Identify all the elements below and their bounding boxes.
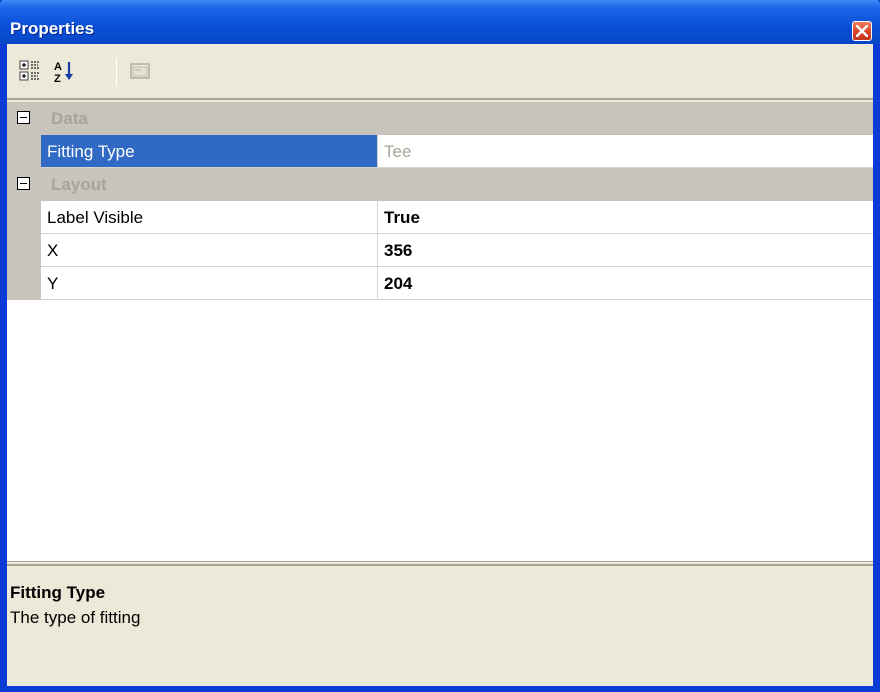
close-icon [856, 25, 868, 37]
description-text: The type of fitting [10, 608, 141, 627]
property-name[interactable]: Fitting Type [41, 135, 377, 168]
row-gutter [7, 201, 41, 234]
properties-window: Properties A Z Data Fitting Type Tee Lay… [0, 0, 880, 692]
property-value[interactable]: 356 [378, 234, 873, 267]
category-row-layout[interactable]: Layout [7, 168, 873, 201]
close-button[interactable] [852, 21, 872, 41]
title-bar[interactable]: Properties [0, 0, 880, 44]
svg-text:Z: Z [54, 73, 61, 84]
property-value[interactable]: 204 [378, 267, 873, 300]
property-name[interactable]: Y [41, 267, 377, 300]
collapse-icon[interactable] [17, 177, 30, 190]
property-pages-button[interactable] [127, 58, 153, 84]
categorized-view-button[interactable] [17, 58, 43, 84]
property-value[interactable]: Tee [378, 135, 873, 168]
property-row-y[interactable]: Y 204 [7, 267, 873, 300]
toolbar: A Z [7, 44, 873, 100]
window-title: Properties [10, 19, 95, 38]
category-label: Layout [51, 175, 107, 194]
property-grid: Data Fitting Type Tee Layout Label Visib… [7, 102, 873, 562]
property-name[interactable]: X [41, 234, 377, 267]
row-gutter [7, 267, 41, 300]
description-pane: Fitting Type The type of fitting [7, 564, 873, 686]
collapse-icon[interactable] [17, 111, 30, 124]
property-value[interactable]: True [378, 201, 873, 234]
alphabetical-sort-button[interactable]: A Z [51, 58, 77, 85]
row-gutter [7, 234, 41, 267]
property-row-label-visible[interactable]: Label Visible True [7, 201, 873, 234]
category-row-data[interactable]: Data [7, 102, 873, 135]
sort-az-icon: A Z [54, 61, 73, 85]
categorized-icon [19, 60, 40, 81]
toolbar-separator [116, 58, 117, 86]
property-pages-icon [130, 63, 150, 79]
property-row-fitting-type[interactable]: Fitting Type Tee [7, 135, 873, 168]
property-name[interactable]: Label Visible [41, 201, 377, 234]
property-row-x[interactable]: X 356 [7, 234, 873, 267]
svg-text:A: A [54, 61, 62, 73]
category-label: Data [51, 109, 88, 128]
row-gutter [7, 135, 41, 168]
description-title: Fitting Type [10, 583, 106, 602]
client-area: A Z Data Fitting Type Tee Layout Label V… [7, 44, 873, 686]
